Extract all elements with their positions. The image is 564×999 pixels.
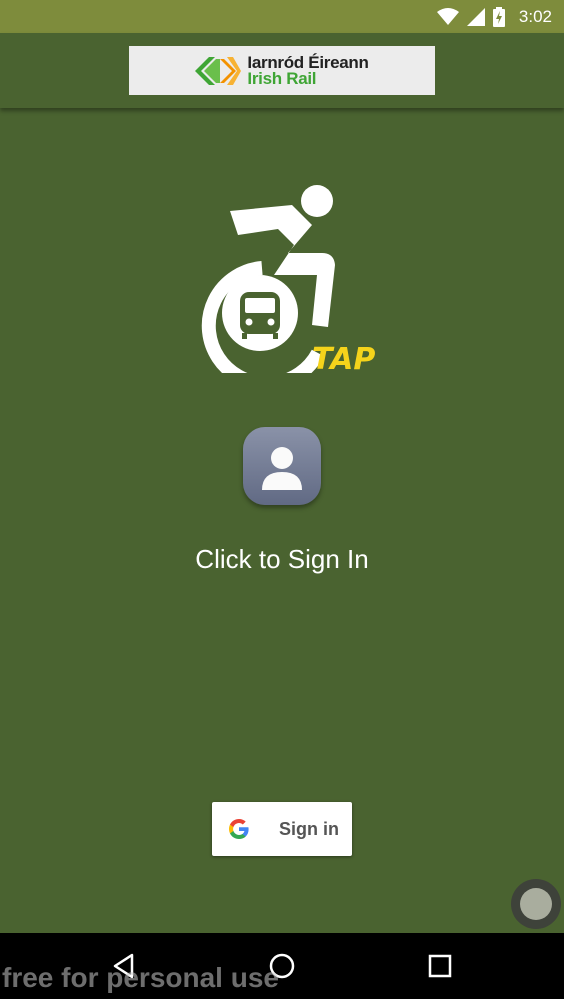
assistive-touch-button[interactable]	[511, 879, 561, 929]
sign-in-avatar[interactable]	[243, 427, 321, 505]
status-icons: 3:02	[436, 0, 552, 33]
assistive-touch-inner	[520, 888, 552, 920]
main-content: TAP Click to Sign In Sign in	[0, 108, 564, 933]
irish-rail-logo-banner: Iarnród Éireann Irish Rail	[129, 46, 435, 95]
google-sign-in-button[interactable]: Sign in	[212, 802, 352, 856]
google-sign-in-label: Sign in	[279, 819, 339, 839]
irish-rail-emblem-icon	[195, 56, 242, 85]
battery-charging-icon	[492, 6, 505, 27]
person-icon	[262, 447, 302, 490]
logo-line2: Irish Rail	[247, 68, 317, 88]
irish-rail-logo: Iarnród Éireann Irish Rail	[195, 54, 369, 88]
accessibility-tap-logo: TAP	[201, 185, 375, 373]
app-bar: Iarnród Éireann Irish Rail	[0, 33, 564, 108]
recents-icon[interactable]	[426, 952, 454, 980]
wheelchair-user-head-icon	[301, 185, 333, 217]
google-g-icon	[229, 819, 249, 839]
cell-signal-icon	[466, 7, 485, 26]
click-to-sign-in-text[interactable]: Click to Sign In	[0, 544, 564, 575]
status-bar: 3:02	[0, 0, 564, 33]
watermark-text: free for personal use	[2, 962, 279, 993]
status-time: 3:02	[518, 6, 552, 26]
train-icon	[240, 292, 280, 339]
wifi-icon	[436, 7, 459, 25]
tap-label: TAP	[312, 342, 375, 373]
